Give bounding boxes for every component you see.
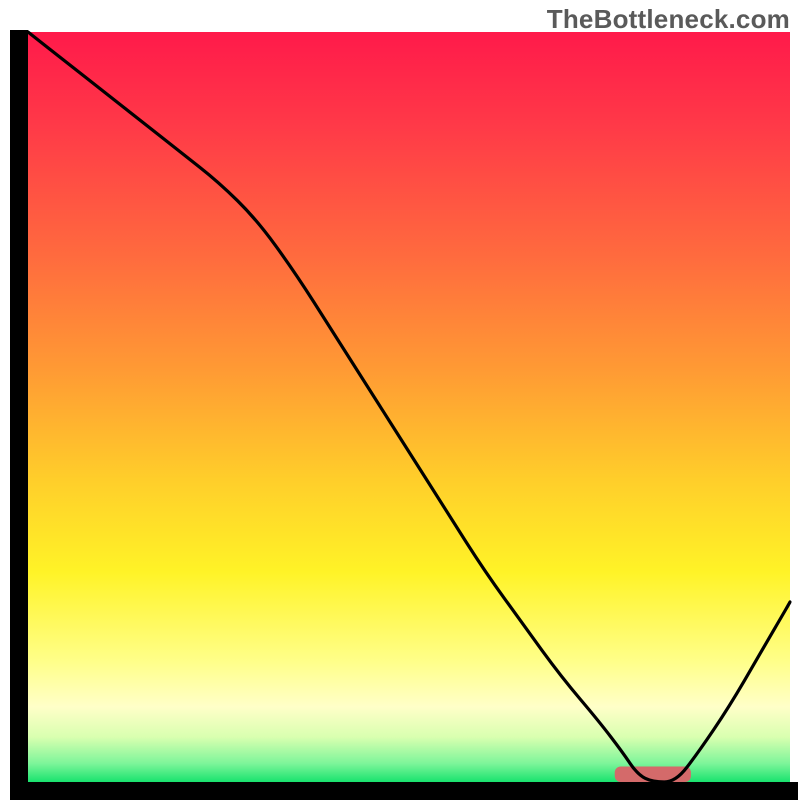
x-axis bbox=[10, 782, 798, 800]
y-axis bbox=[10, 30, 28, 800]
watermark-text: TheBottleneck.com bbox=[547, 4, 790, 35]
bottleneck-chart bbox=[0, 0, 800, 800]
chart-stage: TheBottleneck.com bbox=[0, 0, 800, 800]
plot-background bbox=[28, 32, 790, 782]
